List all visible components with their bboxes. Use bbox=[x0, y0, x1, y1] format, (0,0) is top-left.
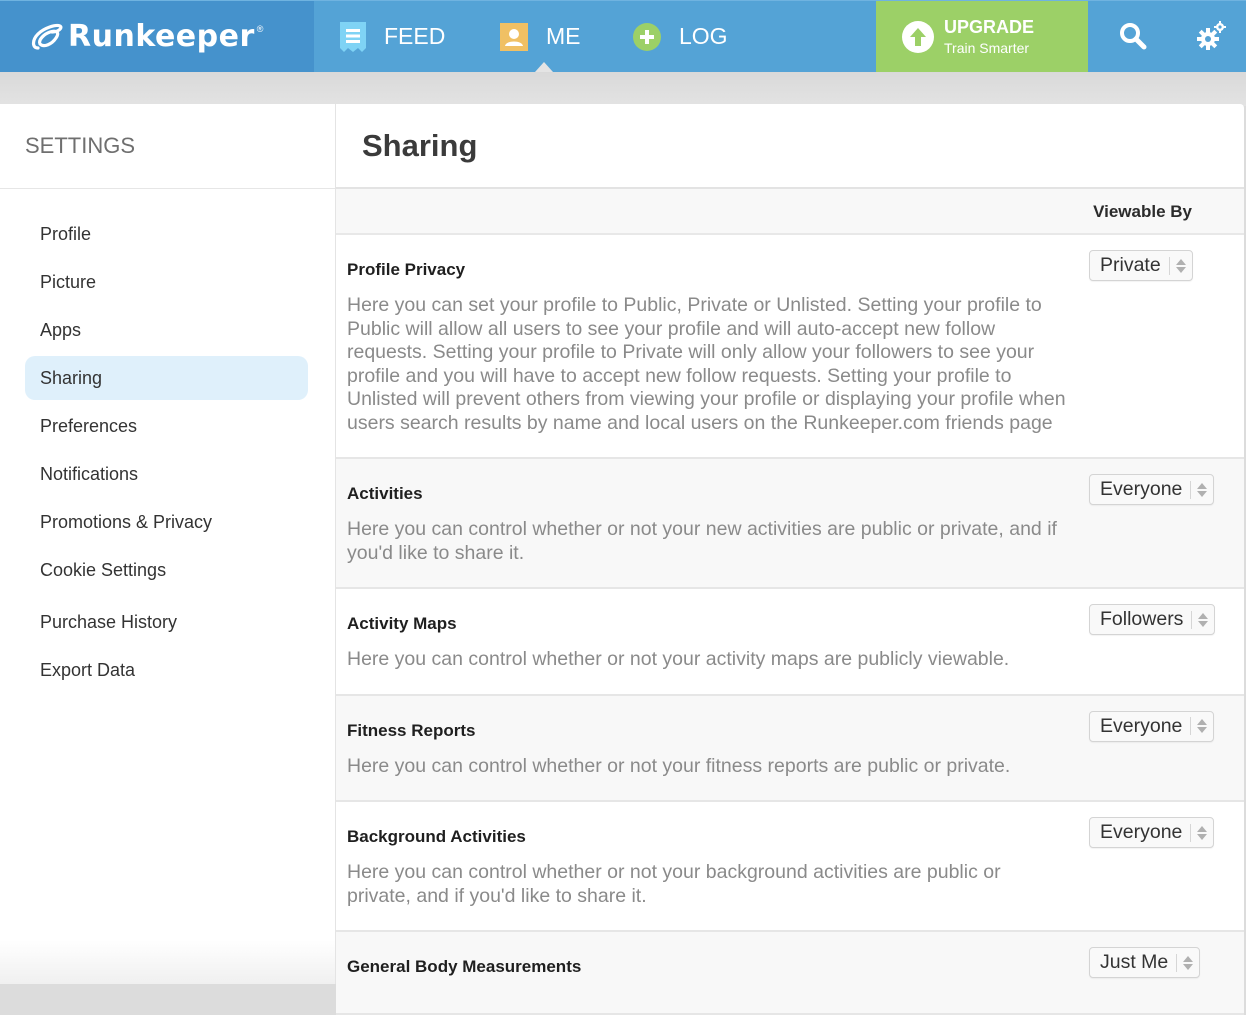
nav-feed[interactable]: FEED bbox=[340, 1, 445, 72]
select-arrows-icon bbox=[1197, 719, 1208, 733]
select-divider bbox=[1190, 823, 1192, 842]
select-arrows-icon bbox=[1197, 825, 1208, 840]
select-arrows-icon bbox=[1198, 612, 1209, 627]
upgrade-title: UPGRADE bbox=[944, 16, 1035, 37]
nav-log[interactable]: LOG bbox=[633, 1, 728, 72]
select-value: Everyone bbox=[1100, 714, 1183, 737]
sharing-panel: Sharing Viewable By Profile Privacy Here… bbox=[335, 104, 1244, 1015]
background-activities-select[interactable]: Everyone bbox=[1089, 817, 1215, 848]
runkeeper-logo[interactable]: Runkeeper ® bbox=[0, 1, 314, 72]
sidebar-bottom-fade bbox=[0, 940, 335, 984]
sidebar-item-preferences[interactable]: Preferences bbox=[25, 404, 308, 448]
nav-feed-label: FEED bbox=[384, 23, 446, 49]
activity-maps-select[interactable]: Followers bbox=[1089, 604, 1216, 635]
setting-description: Here you can control whether or not your… bbox=[347, 518, 1057, 564]
select-arrows-icon bbox=[1197, 482, 1208, 497]
setting-row-activities: Activities Here you can control whether … bbox=[336, 459, 1244, 589]
sidebar-title: SETTINGS bbox=[0, 104, 335, 189]
select-divider bbox=[1190, 480, 1192, 499]
select-value: Just Me bbox=[1100, 951, 1169, 973]
setting-description: Here you can control whether or not your… bbox=[347, 754, 1011, 777]
feed-icon bbox=[340, 21, 366, 52]
runkeeper-logo-icon bbox=[31, 23, 63, 50]
select-value: Everyone bbox=[1100, 821, 1183, 843]
gears-icon[interactable] bbox=[1194, 19, 1228, 53]
setting-description: Here you can control whether or not your… bbox=[347, 861, 1001, 907]
select-arrows-icon bbox=[1183, 955, 1194, 970]
registered-mark: ® bbox=[256, 23, 264, 34]
sidebar-item-notifications[interactable]: Notifications bbox=[25, 452, 308, 496]
upgrade-button[interactable]: UPGRADE Train Smarter bbox=[876, 1, 1088, 72]
select-divider bbox=[1190, 717, 1192, 735]
sidebar-item-sharing[interactable]: Sharing bbox=[25, 356, 308, 400]
search-icon[interactable] bbox=[1116, 19, 1150, 53]
nav-log-label: LOG bbox=[679, 23, 728, 49]
settings-sidebar: SETTINGS Profile Picture Apps Sharing Pr… bbox=[0, 104, 335, 984]
setting-row-fitness-reports: Fitness Reports Here you can control whe… bbox=[336, 695, 1244, 802]
profile-privacy-select[interactable]: Private bbox=[1089, 250, 1193, 281]
user-icon bbox=[500, 22, 528, 51]
arrow-up-circle-icon bbox=[902, 20, 934, 53]
top-navigation-bar: Runkeeper ® FEED ME LOG UPGRADE Train Sm… bbox=[0, 0, 1246, 72]
topographic-backdrop bbox=[0, 72, 1246, 106]
fitness-reports-select[interactable]: Everyone bbox=[1089, 710, 1215, 742]
setting-row-profile-privacy: Profile Privacy Here you can set your pr… bbox=[336, 235, 1244, 459]
logo-text: Runkeeper bbox=[68, 19, 255, 54]
sidebar-item-purchase-history[interactable]: Purchase History bbox=[25, 600, 308, 644]
select-arrows-icon bbox=[1175, 258, 1186, 273]
sidebar-item-promotions-privacy[interactable]: Promotions & Privacy bbox=[25, 500, 308, 544]
page-title: Sharing bbox=[336, 104, 1244, 189]
setting-row-general-body-measurements: General Body Measurements Just Me bbox=[336, 932, 1244, 1015]
viewable-by-header: Viewable By bbox=[1093, 202, 1192, 221]
setting-row-activity-maps: Activity Maps Here you can control wheth… bbox=[336, 589, 1244, 696]
select-value: Followers bbox=[1100, 608, 1184, 630]
activities-select[interactable]: Everyone bbox=[1089, 474, 1215, 505]
setting-description: Here you can set your profile to Public,… bbox=[347, 294, 1066, 434]
setting-description: Here you can control whether or not your… bbox=[347, 648, 1010, 670]
select-divider bbox=[1176, 953, 1178, 972]
sidebar-item-apps[interactable]: Apps bbox=[25, 308, 308, 352]
upgrade-subtitle: Train Smarter bbox=[944, 39, 1030, 56]
setting-row-background-activities: Background Activities Here you can contr… bbox=[336, 802, 1244, 932]
sidebar-item-export-data[interactable]: Export Data bbox=[25, 648, 308, 692]
column-header: Viewable By bbox=[336, 189, 1244, 235]
sidebar-item-picture[interactable]: Picture bbox=[25, 260, 308, 304]
sidebar-item-profile[interactable]: Profile bbox=[25, 212, 308, 256]
nav-me-label: ME bbox=[546, 23, 581, 49]
sidebar-menu: Profile Picture Apps Sharing Preferences… bbox=[0, 189, 335, 692]
select-divider bbox=[1168, 256, 1170, 275]
sidebar-item-cookie-settings[interactable]: Cookie Settings bbox=[25, 548, 308, 592]
general-body-measurements-select[interactable]: Just Me bbox=[1089, 947, 1201, 978]
plus-circle-icon bbox=[633, 22, 661, 51]
select-value: Private bbox=[1100, 254, 1161, 276]
select-value: Everyone bbox=[1100, 478, 1183, 500]
select-divider bbox=[1191, 610, 1193, 629]
active-nav-caret bbox=[535, 62, 553, 72]
